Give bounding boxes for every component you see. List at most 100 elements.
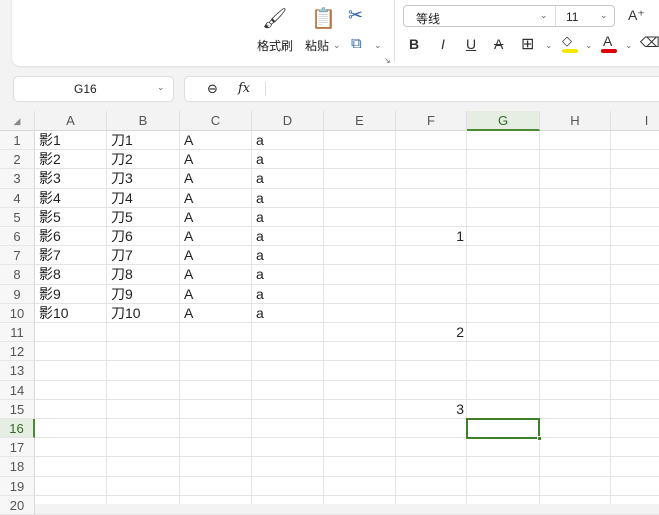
row-header-14[interactable]: 14 [0, 380, 35, 400]
font-color-button[interactable]: A [603, 33, 612, 49]
italic-button[interactable]: I [441, 36, 445, 52]
column-header-g[interactable]: G [467, 111, 540, 131]
clipboard-launcher-icon[interactable]: ↘ [384, 56, 391, 65]
cell-B2[interactable]: 刀2 [107, 150, 133, 169]
cell-C3[interactable]: A [180, 169, 193, 188]
cell-C7[interactable]: A [180, 246, 193, 265]
column-header-c[interactable]: C [180, 111, 252, 131]
cell-C10[interactable]: A [180, 304, 193, 323]
cell-A4[interactable]: 影4 [35, 189, 61, 208]
row-header-13[interactable]: 13 [0, 361, 35, 381]
row-header-9[interactable]: 9 [0, 284, 35, 304]
cell-A5[interactable]: 影5 [35, 208, 61, 227]
cell-C2[interactable]: A [180, 150, 193, 169]
row-header-17[interactable]: 17 [0, 438, 35, 458]
cell-D8[interactable]: a [252, 265, 264, 284]
fx-button[interactable]: fx [238, 81, 250, 96]
cell-C1[interactable]: A [180, 131, 193, 150]
copy-dropdown-icon[interactable]: ⌄ [374, 40, 382, 51]
cell-D5[interactable]: a [252, 208, 264, 227]
name-box[interactable]: G16 ⌄ [13, 76, 174, 102]
format-painter-button[interactable]: 格式刷 [257, 37, 293, 54]
column-header-f[interactable]: F [396, 111, 467, 131]
row-header-2[interactable]: 2 [0, 150, 35, 170]
row-header-7[interactable]: 7 [0, 246, 35, 266]
column-header-e[interactable]: E [324, 111, 396, 131]
format-painter-icon[interactable]: 🖌 [262, 6, 287, 31]
row-header-19[interactable]: 19 [0, 476, 35, 496]
row-header-3[interactable]: 3 [0, 169, 35, 189]
column-header-i[interactable]: I [611, 111, 659, 131]
cell-B1[interactable]: 刀1 [107, 131, 133, 150]
chevron-down-icon[interactable]: ⌄ [157, 82, 165, 93]
cell-B9[interactable]: 刀9 [107, 285, 133, 304]
chevron-down-icon[interactable]: ⌄ [625, 40, 633, 51]
cell-B3[interactable]: 刀3 [107, 169, 133, 188]
cell-A6[interactable]: 影6 [35, 227, 61, 246]
grow-font-button[interactable]: A⁺ [628, 7, 645, 24]
cell-B5[interactable]: 刀5 [107, 208, 133, 227]
cell-D4[interactable]: a [252, 189, 264, 208]
strikethrough-button[interactable]: A [494, 36, 503, 52]
column-header-d[interactable]: D [252, 111, 324, 131]
column-header-a[interactable]: A [35, 111, 107, 131]
row-header-11[interactable]: 11 [0, 323, 35, 343]
column-header-b[interactable]: B [107, 111, 180, 131]
cell-C4[interactable]: A [180, 189, 193, 208]
cell-D10[interactable]: a [252, 304, 264, 323]
cell-A7[interactable]: 影7 [35, 246, 61, 265]
cell-D1[interactable]: a [252, 131, 264, 150]
chevron-down-icon[interactable]: ⌄ [600, 10, 608, 21]
cell-A1[interactable]: 影1 [35, 131, 61, 150]
cell-B4[interactable]: 刀4 [107, 189, 133, 208]
paste-button[interactable]: 粘贴 [305, 37, 329, 54]
fill-color-icon[interactable]: ◇ [562, 33, 572, 49]
paste-icon[interactable]: 📋 [311, 6, 336, 31]
cell-D7[interactable]: a [252, 246, 264, 265]
cell-C8[interactable]: A [180, 265, 193, 284]
cell-D3[interactable]: a [252, 169, 264, 188]
row-header-5[interactable]: 5 [0, 207, 35, 227]
row-header-10[interactable]: 10 [0, 303, 35, 323]
cell-A10[interactable]: 影10 [35, 304, 69, 323]
row-header-1[interactable]: 1 [0, 131, 35, 151]
column-header-h[interactable]: H [540, 111, 611, 131]
cell-A3[interactable]: 影3 [35, 169, 61, 188]
paste-dropdown-icon[interactable]: ⌄ [333, 40, 341, 51]
cell-A8[interactable]: 影8 [35, 265, 61, 284]
eraser-icon[interactable]: ⌫ [640, 34, 659, 51]
cell-reference[interactable]: G16 [74, 82, 97, 96]
formula-bar[interactable]: ⊖ fx [184, 76, 659, 102]
row-header-8[interactable]: 8 [0, 265, 35, 285]
cell-B7[interactable]: 刀7 [107, 246, 133, 265]
cell-B10[interactable]: 刀10 [107, 304, 141, 323]
cell-F6[interactable]: 1 [396, 227, 467, 246]
cell-B6[interactable]: 刀6 [107, 227, 133, 246]
row-header-12[interactable]: 12 [0, 342, 35, 362]
cell-B8[interactable]: 刀8 [107, 265, 133, 284]
row-header-4[interactable]: 4 [0, 188, 35, 208]
bold-button[interactable]: B [409, 36, 419, 52]
select-all-button[interactable]: ◢ [0, 111, 35, 131]
cell-A2[interactable]: 影2 [35, 150, 61, 169]
cell-C6[interactable]: A [180, 227, 193, 246]
font-name[interactable]: 等线 [416, 10, 440, 27]
cell-F15[interactable]: 3 [396, 400, 467, 419]
fill-handle[interactable] [537, 436, 542, 442]
copy-icon[interactable]: ⧉ [351, 35, 362, 52]
row-header-15[interactable]: 15 [0, 399, 35, 419]
cell-C9[interactable]: A [180, 285, 193, 304]
font-selector[interactable]: 等线 ⌄ 11 ⌄ [403, 5, 615, 27]
underline-button[interactable]: U [466, 36, 476, 52]
active-cell-G16[interactable] [466, 418, 542, 442]
row-header-6[interactable]: 6 [0, 227, 35, 247]
chevron-down-icon[interactable]: ⌄ [540, 10, 548, 21]
cell-D2[interactable]: a [252, 150, 264, 169]
zoom-icon[interactable]: ⊖ [207, 81, 218, 97]
chevron-down-icon[interactable]: ⌄ [545, 40, 553, 51]
font-size[interactable]: 11 [566, 10, 578, 24]
chevron-down-icon[interactable]: ⌄ [585, 40, 593, 51]
borders-icon[interactable]: ⊞ [521, 34, 534, 54]
row-header-18[interactable]: 18 [0, 457, 35, 477]
cell-F11[interactable]: 2 [396, 323, 467, 342]
